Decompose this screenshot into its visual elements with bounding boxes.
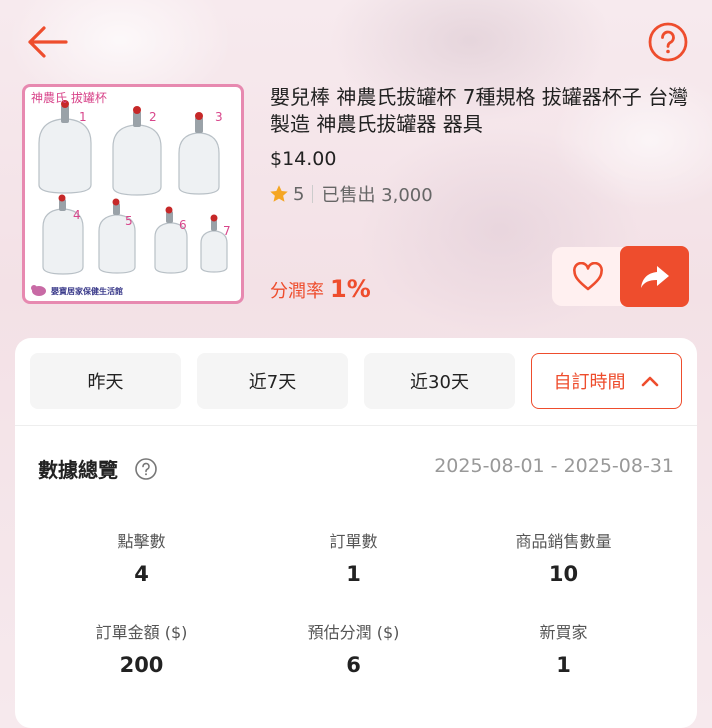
share-button[interactable] [620,246,689,307]
overview-header: 數據總覽 [38,454,158,483]
image-number-3: 3 [215,110,223,124]
image-number-7: 7 [223,224,231,238]
rating-divider [312,185,314,203]
stat-value: 4 [134,562,149,586]
tab-last-30-days[interactable]: 近30天 [364,353,515,409]
rating-value: 5 [293,183,305,205]
product-price: $14.00 [270,148,337,170]
stat-label: 點擊數 [117,532,166,551]
help-button[interactable] [646,20,690,64]
stat-label: 訂單數 [329,532,378,551]
commission-label: 分潤率 [270,281,324,302]
share-arrow-icon [640,265,669,288]
stats-card: 昨天 近7天 近30天 自訂時間 數據總覽 2025-08-01 - 2025-… [15,338,697,728]
stat-label: 預估分潤 ($) [307,623,400,642]
cupping-cups-illustration: 1 2 3 4 5 6 7 [31,100,231,296]
favorite-button[interactable] [552,247,624,306]
tab-last-7-days[interactable]: 近7天 [197,353,348,409]
stat-value: 200 [119,653,164,677]
commission-value: 1% [330,275,371,303]
date-range-tabs: 昨天 近7天 近30天 自訂時間 [30,353,682,409]
image-footer: 嬰寶居家保健生活館 [51,287,123,296]
tab-custom-time[interactable]: 自訂時間 [531,353,682,409]
stat-value: 1 [556,653,571,677]
product-image[interactable]: 1 2 3 4 5 6 7 神農氏 拔罐杯 嬰寶居家保健生活館 [22,84,244,304]
stat-value: 1 [346,562,361,586]
tab-custom-time-label: 自訂時間 [553,372,626,393]
stat-order-amount: 訂單金額 ($) 200 [28,619,255,677]
star-icon [270,185,288,202]
rating-row: 5 已售出 3,000 [268,182,433,206]
image-number-1: 1 [79,110,87,124]
date-range-text: 2025-08-01 - 2025-08-31 [434,455,674,477]
question-circle-icon[interactable] [134,457,158,481]
heart-icon [573,261,603,290]
back-arrow-icon [28,26,68,58]
stat-value: 10 [548,562,579,586]
stat-clicks: 點擊數 4 [28,528,255,586]
stat-label: 商品銷售數量 [515,532,612,551]
image-number-5: 5 [125,214,133,228]
back-button[interactable] [22,20,70,64]
stat-value: 6 [346,653,361,677]
image-number-6: 6 [179,218,187,232]
question-circle-icon [648,22,688,62]
stat-orders: 訂單數 1 [240,528,467,586]
image-caption: 神農氏 拔罐杯 [31,91,107,105]
stat-items-sold: 商品銷售數量 10 [450,528,677,586]
stat-label: 新買家 [539,623,588,642]
overview-title: 數據總覽 [38,458,118,482]
sold-count: 已售出 3,000 [321,185,433,206]
product-title[interactable]: 嬰兒棒 神農氏拔罐杯 7種規格 拔罐器杯子 台灣製造 神農氏拔罐器 器具 [270,84,695,138]
stat-new-buyers: 新買家 1 [450,619,677,677]
tab-yesterday[interactable]: 昨天 [30,353,181,409]
top-bar [0,0,712,84]
stat-label: 訂單金額 ($) [95,623,188,642]
divider [15,425,697,426]
chevron-up-icon [641,376,658,387]
stat-estimated-commission: 預估分潤 ($) 6 [240,619,467,677]
image-number-4: 4 [73,208,81,222]
commission-rate: 分潤率 1% [270,275,371,303]
elephant-logo [31,285,46,296]
product-summary: 1 2 3 4 5 6 7 神農氏 拔罐杯 嬰寶居家保健生活館 嬰兒棒 神農氏拔… [0,84,712,314]
image-number-2: 2 [149,110,157,124]
